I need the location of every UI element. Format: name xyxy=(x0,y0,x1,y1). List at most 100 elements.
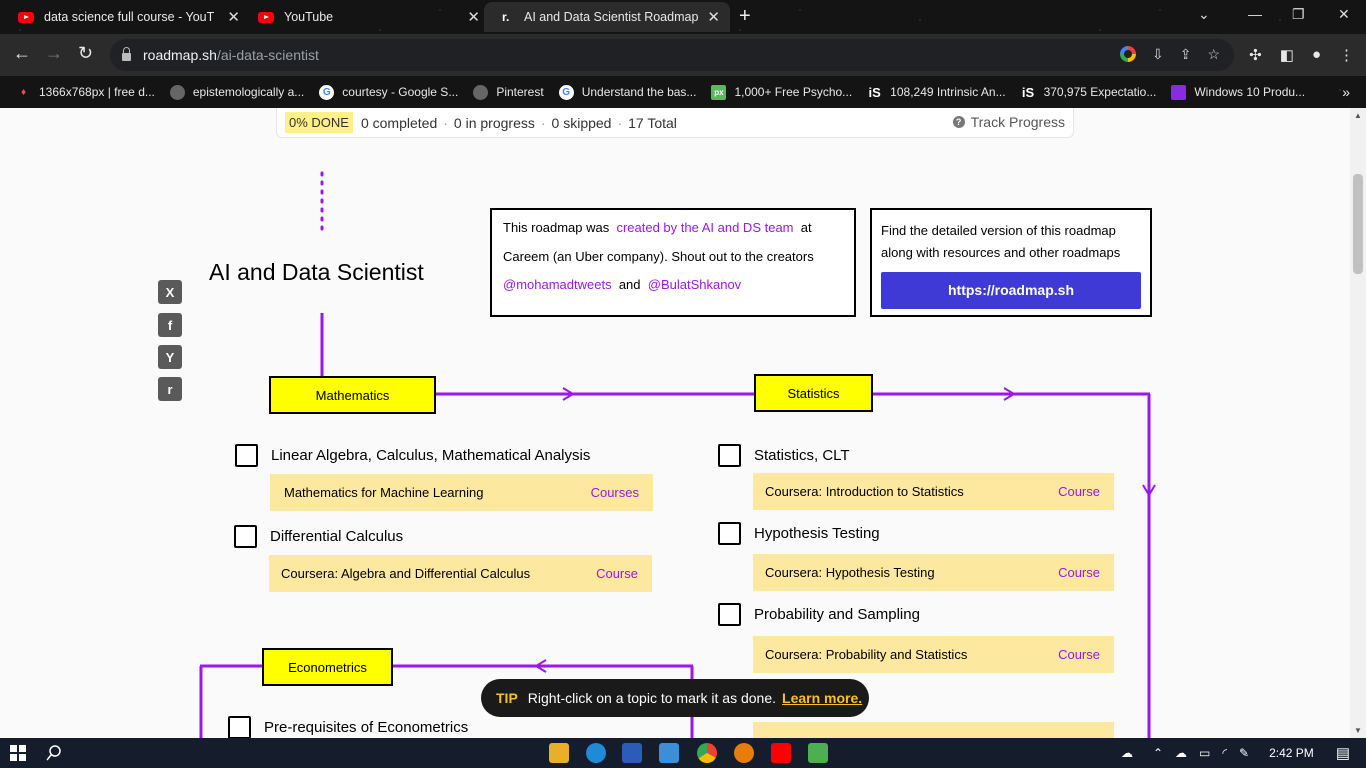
tab-youtube[interactable]: YouTube ✕ xyxy=(240,2,490,32)
roadmap-link-button[interactable]: https://roadmap.sh xyxy=(881,272,1141,309)
total-count: 17 Total xyxy=(628,114,677,131)
share-icon[interactable]: ⇪ xyxy=(1180,46,1192,63)
network-icon[interactable]: ☁ xyxy=(1175,746,1187,760)
topic-linear-algebra[interactable]: Linear Algebra, Calculus, Mathematical A… xyxy=(235,444,590,467)
address-bar[interactable]: roadmap.sh /ai-data-scientist ⇩ ⇪ ☆ xyxy=(110,39,1234,71)
topic-probability-sampling[interactable]: Probability and Sampling xyxy=(718,603,920,626)
mail-icon[interactable] xyxy=(659,743,679,763)
store-icon[interactable] xyxy=(622,743,642,763)
resource-row-partial[interactable] xyxy=(753,722,1114,738)
restore-button[interactable]: ❐ xyxy=(1292,6,1305,23)
resource-row[interactable]: Coursera: Hypothesis Testing Course xyxy=(753,554,1114,591)
separator: · xyxy=(540,114,546,131)
istock-icon: iS xyxy=(868,84,881,100)
topic-checkbox[interactable] xyxy=(234,525,257,548)
creator-link[interactable]: @BulatShkanov xyxy=(648,277,741,292)
menu-icon[interactable]: ⋮ xyxy=(1339,46,1354,64)
profile-icon[interactable]: ● xyxy=(1312,46,1321,64)
page-scrollbar[interactable]: ▲ ▼ xyxy=(1350,108,1366,738)
install-icon[interactable]: ⇩ xyxy=(1152,46,1164,63)
creator-link[interactable]: @mohamadtweets xyxy=(503,277,612,292)
share-hackernews-button[interactable]: Y xyxy=(158,345,182,369)
tab-roadmap[interactable]: r. AI and Data Scientist Roadmap ✕ xyxy=(484,2,730,32)
edge-icon[interactable] xyxy=(586,743,606,763)
blender-icon[interactable] xyxy=(734,743,754,763)
bookmark-star-icon[interactable]: ☆ xyxy=(1207,46,1220,63)
battery-icon[interactable]: ▭ xyxy=(1199,746,1210,760)
topic-checkbox[interactable] xyxy=(718,603,741,626)
tab-data-science[interactable]: data science full course - YouTube ✕ xyxy=(0,2,250,32)
file-explorer-icon[interactable] xyxy=(549,743,569,763)
back-button[interactable]: ← xyxy=(13,43,31,64)
side-panel-icon[interactable]: ◧ xyxy=(1280,46,1294,64)
and-text: and xyxy=(618,277,641,292)
bookmark-5[interactable]: G Understand the bas... xyxy=(558,84,696,100)
app-icon[interactable] xyxy=(808,743,828,763)
close-tab-icon[interactable]: ✕ xyxy=(707,8,720,26)
resource-link[interactable]: Course xyxy=(1058,565,1100,580)
resource-link[interactable]: Course xyxy=(596,566,638,581)
chrome-icon[interactable] xyxy=(697,743,717,763)
scroll-up-icon[interactable]: ▲ xyxy=(1354,111,1362,120)
resource-row[interactable]: Mathematics for Machine Learning Courses xyxy=(270,474,653,511)
share-x-button[interactable]: X xyxy=(158,280,182,304)
clock[interactable]: 2:42 PM xyxy=(1269,746,1314,760)
resource-link[interactable]: Courses xyxy=(591,485,639,500)
minimize-button[interactable]: — xyxy=(1248,6,1262,22)
bookmark-8[interactable]: iS 370,975 Expectatio... xyxy=(1021,85,1156,100)
resource-row[interactable]: Coursera: Introduction to Statistics Cou… xyxy=(753,473,1114,510)
topic-differential-calculus[interactable]: Differential Calculus xyxy=(234,525,403,548)
more-bookmarks-icon[interactable]: » xyxy=(1342,84,1350,100)
node-statistics[interactable]: Statistics xyxy=(754,374,873,412)
topic-econometrics-prereq[interactable]: Pre-requisites of Econometrics xyxy=(228,716,468,738)
bookmark-3[interactable]: Gcourtesy - Google S... xyxy=(319,84,458,100)
resource-title: Coursera: Probability and Statistics xyxy=(765,647,968,662)
topic-checkbox[interactable] xyxy=(718,522,741,545)
resource-row[interactable]: Coursera: Algebra and Differential Calcu… xyxy=(269,555,652,592)
share-facebook-button[interactable]: f xyxy=(158,313,182,337)
windows-start-icon[interactable] xyxy=(10,745,26,761)
topic-statistics-clt[interactable]: Statistics, CLT xyxy=(718,444,850,467)
wifi-icon[interactable]: ◜ xyxy=(1222,746,1227,760)
credits-box: This roadmap was created by the AI and D… xyxy=(490,208,856,317)
tab-search-icon[interactable]: ⌄ xyxy=(1198,6,1210,23)
bookmark-7[interactable]: iS 108,249 Intrinsic An... xyxy=(867,84,1006,100)
bookmark-2[interactable]: epistemologically a... xyxy=(169,84,304,100)
resource-link[interactable]: Course xyxy=(1058,647,1100,662)
credits-text: This roadmap was xyxy=(503,220,610,235)
resource-link[interactable]: Course xyxy=(1058,484,1100,499)
youtube-app-icon[interactable] xyxy=(771,743,791,763)
node-mathematics[interactable]: Mathematics xyxy=(269,376,436,414)
extensions-icon[interactable]: ✣ xyxy=(1249,46,1262,64)
track-progress-button[interactable]: ? Track Progress xyxy=(952,114,1065,130)
bookmark-9[interactable]: Windows 10 Produ... xyxy=(1171,84,1305,100)
chevron-up-icon[interactable]: ⌃ xyxy=(1153,746,1163,760)
reload-button[interactable]: ↻ xyxy=(78,43,93,64)
topic-checkbox[interactable] xyxy=(235,444,258,467)
search-icon[interactable] xyxy=(46,745,62,761)
scrollbar-thumb[interactable] xyxy=(1353,174,1363,274)
bookmark-4[interactable]: Pinterest xyxy=(473,84,544,100)
close-tab-icon[interactable]: ✕ xyxy=(467,8,480,26)
share-reddit-button[interactable]: r xyxy=(158,377,182,401)
learn-more-link[interactable]: Learn more. xyxy=(782,690,862,706)
notifications-icon[interactable]: ▤ xyxy=(1336,744,1350,762)
bookmark-6[interactable]: px 1,000+ Free Psycho... xyxy=(711,84,852,100)
new-tab-button[interactable]: + xyxy=(739,5,751,28)
resource-row[interactable]: Coursera: Probability and Statistics Cou… xyxy=(753,636,1114,673)
weather-icon[interactable]: ☁ xyxy=(1121,746,1133,760)
close-window-button[interactable]: ✕ xyxy=(1338,6,1350,23)
scroll-down-icon[interactable]: ▼ xyxy=(1354,726,1362,735)
pen-icon[interactable]: ✎ xyxy=(1239,746,1249,760)
close-tab-icon[interactable]: ✕ xyxy=(227,8,240,26)
forward-button[interactable]: → xyxy=(45,43,63,64)
node-econometrics[interactable]: Econometrics xyxy=(262,648,393,686)
team-link[interactable]: created by the AI and DS team xyxy=(616,220,793,235)
google-icon[interactable] xyxy=(1119,46,1136,62)
topic-checkbox[interactable] xyxy=(228,716,251,738)
topic-hypothesis-testing[interactable]: Hypothesis Testing xyxy=(718,522,880,545)
extension-area: ✣ ◧ ● ⋮ xyxy=(1249,46,1354,64)
bookmark-1[interactable]: ♦ 1366x768px | free d... xyxy=(16,85,155,100)
topic-checkbox[interactable] xyxy=(718,444,741,467)
url-path: /ai-data-scientist xyxy=(216,47,319,63)
